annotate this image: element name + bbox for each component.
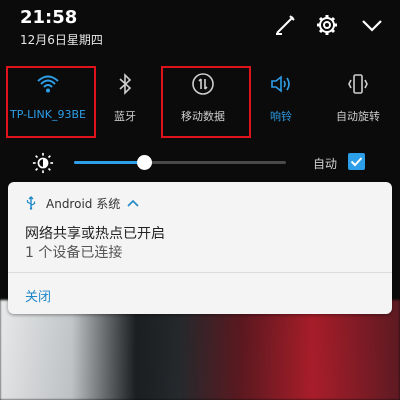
brightness-slider-thumb[interactable]	[136, 155, 152, 170]
settings-gear-icon[interactable]	[315, 13, 339, 37]
usb-icon	[24, 196, 38, 210]
bluetooth-icon	[113, 72, 137, 96]
notification-app-name: Android 系统	[46, 196, 121, 211]
rotate-phone-icon	[346, 72, 370, 96]
edit-icon[interactable]	[273, 13, 297, 37]
tile-bluetooth-label: 蓝牙	[114, 110, 136, 123]
tile-bluetooth[interactable]: 蓝牙	[85, 66, 165, 136]
notification-close-action[interactable]: 关闭	[25, 286, 51, 305]
tile-auto-rotate[interactable]: 自动旋转	[318, 66, 398, 136]
tile-auto-rotate-label: 自动旋转	[336, 110, 380, 123]
brightness-slider-fill	[74, 161, 144, 164]
quick-settings-tiles: TP-LINK_93BE 蓝牙 移动数据 响铃 自动旋转	[0, 66, 400, 138]
notification-shade: 21:58 12月6日星期四 TP-LINK_93BE 蓝牙 移动数据 响铃 自…	[0, 0, 400, 400]
wallpaper	[0, 300, 400, 400]
speaker-icon	[269, 72, 293, 96]
tile-ringer[interactable]: 响铃	[241, 66, 321, 136]
auto-brightness-label: 自动	[313, 157, 338, 171]
notification-title: 网络共享或热点已开启	[25, 226, 165, 242]
notification-card[interactable]: Android 系统 网络共享或热点已开启 1 个设备已连接 关闭	[8, 182, 392, 314]
highlight-box-mobile-data	[161, 66, 251, 138]
brightness-row: 自动	[0, 148, 400, 178]
clock-time: 21:58	[20, 7, 78, 28]
notification-header: Android 系统	[24, 194, 140, 212]
chevron-up-icon[interactable]	[126, 196, 140, 210]
highlight-box-wifi	[6, 66, 96, 138]
brightness-slider[interactable]	[74, 155, 286, 170]
status-header: 21:58 12月6日星期四	[0, 0, 400, 60]
notification-text: 1 个设备已连接	[25, 245, 123, 261]
tile-ringer-label: 响铃	[270, 110, 292, 123]
date-label: 12月6日星期四	[20, 33, 103, 47]
auto-brightness-checkbox[interactable]	[348, 153, 365, 170]
brightness-sun-icon	[32, 152, 54, 174]
chevron-down-icon[interactable]	[360, 13, 384, 37]
notification-divider	[8, 272, 392, 273]
